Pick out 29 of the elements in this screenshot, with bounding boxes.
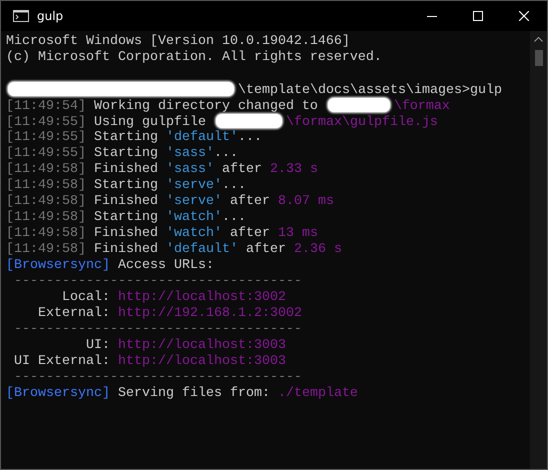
console-line: UI External: http://localhost:3003 — [12, 354, 287, 370]
window-title: gulp — [37, 9, 64, 23]
console-line: [11:49:58] Finished 'serve' after 8.07 ms — [6, 194, 335, 210]
console-line: Local: http://localhost:3002 — [60, 290, 287, 306]
console-line: \template\docs\assets\images>gulp — [6, 82, 530, 98]
console-line: UI: http://localhost:3003 — [84, 338, 287, 354]
console-line: (c) Microsoft Corporation. All rights reserved. — [6, 50, 383, 66]
console-line: [11:49:58] Finished 'watch' after 13 ms — [6, 226, 319, 242]
console-line: [11:49:58] Starting 'serve'... — [6, 178, 247, 194]
console-line: [11:49:58] Finished 'sass' after 2.33 s — [6, 162, 319, 178]
console-line: ------------------------------------ — [12, 274, 303, 290]
close-icon — [519, 11, 529, 21]
console-line: ------------------------------------ — [12, 370, 303, 386]
console-line: [11:49:58] Starting 'watch'... — [6, 210, 247, 226]
scrollbar[interactable] — [530, 31, 547, 469]
console-line: [11:49:55] Using gulpfile \formax\gulpfile.js — [6, 114, 439, 130]
console-line: [11:49:58] Finished 'default' after 2.36 s — [6, 242, 343, 258]
console-line: External: http://192.168.1.2:3002 — [36, 306, 303, 322]
console-line: [Browsersync] Serving files from: ./template — [6, 386, 359, 402]
console-line: Microsoft Windows [Version 10.0.19042.1466] — [6, 34, 351, 50]
console-line: [11:49:54] Working directory changed to \formax — [6, 98, 451, 114]
console-line: ------------------------------------ — [12, 322, 303, 338]
console-line: [11:49:55] Starting 'default'... — [6, 130, 263, 146]
scrollbar-thumb[interactable] — [534, 50, 542, 66]
maximize-icon — [473, 11, 483, 21]
scroll-up-icon[interactable] — [534, 37, 543, 42]
console-line: [11:49:55] Starting 'sass'... — [6, 146, 239, 162]
console-icon — [13, 10, 29, 22]
console-line: [Browsersync] Access URLs: — [6, 258, 215, 274]
